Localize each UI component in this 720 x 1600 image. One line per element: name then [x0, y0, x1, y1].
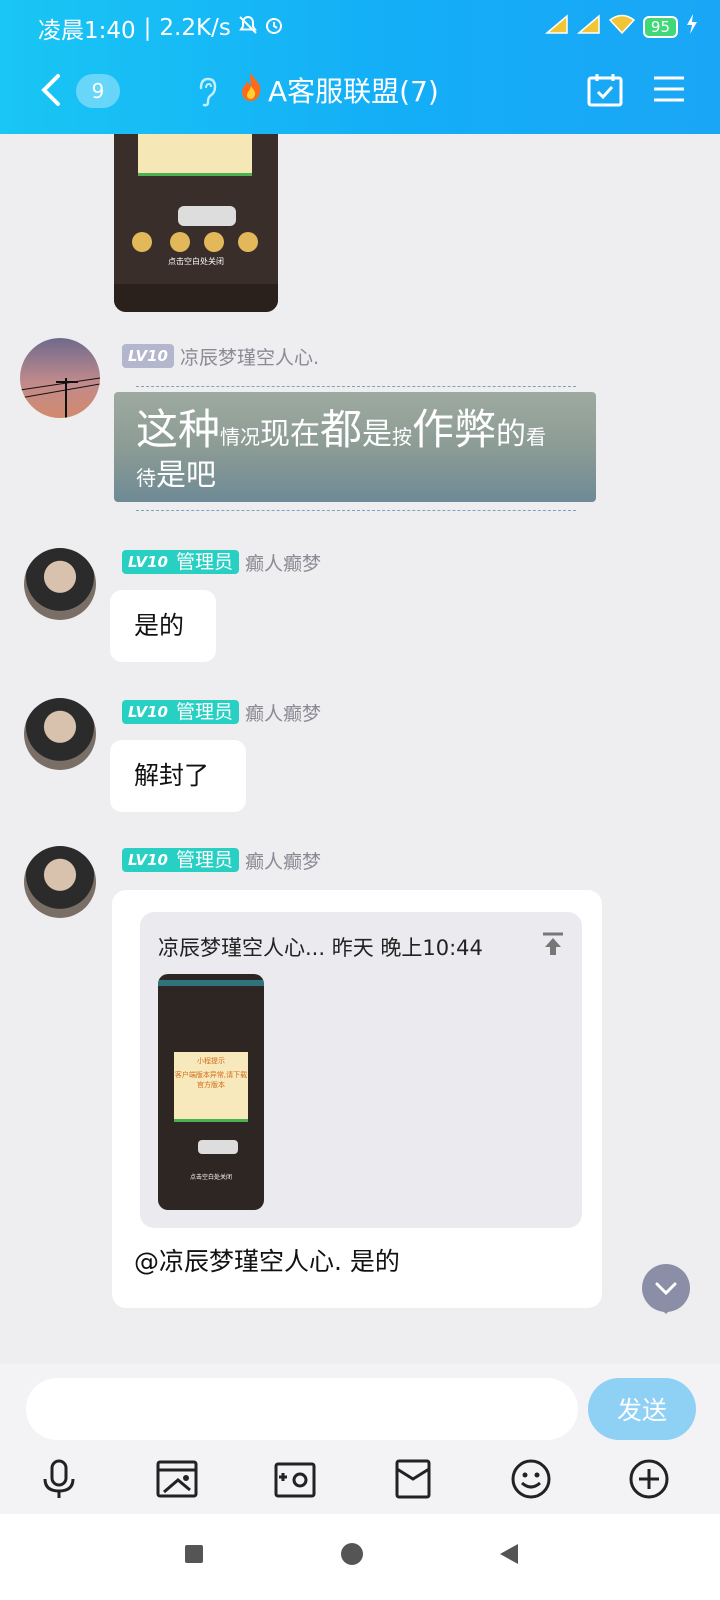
camera-icon[interactable]: [272, 1456, 318, 1502]
sender-name[interactable]: 癫人癫梦: [245, 699, 321, 726]
level-badge: LV10: [122, 344, 174, 368]
image-note-body: 客户端版本异常,请下载官方版本: [174, 1071, 248, 1089]
message-input[interactable]: [26, 1378, 578, 1440]
bubble-frame-line: [136, 510, 576, 511]
bubble-frame-line: [136, 386, 576, 387]
system-nav-bar: [0, 1514, 720, 1600]
message-meta: LV10 管理员 癫人癫梦: [122, 846, 321, 874]
back-icon[interactable]: [36, 70, 64, 110]
image-note: [138, 134, 252, 176]
plus-icon[interactable]: [626, 1456, 672, 1502]
quoted-message[interactable]: 凉辰梦瑾空人心... 昨天 晚上10:44 小程提示 客户端版本异常,请下载官方…: [140, 912, 582, 1228]
signal-icon: [544, 14, 569, 40]
quoted-image[interactable]: 小程提示 客户端版本异常,请下载官方版本 点击空白处关闭: [158, 974, 264, 1210]
home-button[interactable]: [340, 1542, 364, 1570]
message-bubble-fancy[interactable]: 这种情况现在都是按作弊的看待是吧: [114, 392, 596, 502]
ear-icon[interactable]: [196, 76, 218, 108]
battery-indicator: 95: [642, 16, 678, 38]
send-button[interactable]: 发送: [588, 1378, 696, 1440]
message-text: @凉辰梦瑾空人心. 是的: [134, 1247, 400, 1276]
recent-apps-button[interactable]: [184, 1544, 204, 1568]
message-text-part: 都: [320, 405, 363, 454]
message-text-part: 的: [496, 417, 527, 452]
admin-badge: 管理员: [173, 550, 239, 574]
admin-badge: 管理员: [173, 848, 239, 872]
message-text: 是的: [134, 611, 185, 640]
image-message[interactable]: 点击空白处关闭: [114, 134, 278, 312]
image-close-text: 点击空白处关闭: [189, 1174, 232, 1181]
jump-to-top-icon[interactable]: [542, 932, 564, 956]
back-nav-button[interactable]: [498, 1542, 520, 1570]
message-text-part: 按: [392, 425, 413, 449]
red-packet-icon[interactable]: [390, 1456, 436, 1502]
message-text-part: 是: [362, 417, 393, 452]
network-speed: 2.2K/s: [159, 15, 231, 41]
level-badge: LV10: [122, 848, 174, 872]
message-meta: LV10 凉辰梦瑾空人心.: [122, 342, 319, 370]
message-text-part: 这种: [136, 405, 221, 454]
message-meta: LV10 管理员 癫人癫梦: [122, 548, 321, 576]
sender-name[interactable]: 癫人癫梦: [245, 847, 321, 874]
wifi-icon: [608, 14, 636, 40]
reply-message-bubble[interactable]: 凉辰梦瑾空人心... 昨天 晚上10:44 小程提示 客户端版本异常,请下载官方…: [112, 890, 602, 1308]
image-bottom-bar: [114, 284, 278, 312]
image-dot: [170, 232, 190, 252]
level-badge: LV10: [122, 550, 174, 574]
image-dot: [238, 232, 258, 252]
chat-title-text: A客服联盟(7): [268, 75, 439, 108]
quote-header: 凉辰梦瑾空人心... 昨天 晚上10:44: [158, 936, 483, 960]
message-text-part: 作弊: [412, 405, 497, 454]
menu-icon[interactable]: [652, 74, 686, 104]
unread-count-badge[interactable]: 9: [76, 74, 120, 108]
top-bar: 凌晨1:40 | 2.2K/s 95 9 A客服联盟(7): [0, 0, 720, 134]
avatar[interactable]: [24, 698, 96, 770]
image-icon[interactable]: [154, 1456, 200, 1502]
nav-row: 9 A客服联盟(7): [0, 66, 720, 116]
image-close-text: 点击空白处关闭: [168, 257, 224, 266]
emoji-icon[interactable]: [508, 1456, 554, 1502]
image-note-title: 小程提示: [197, 1057, 225, 1065]
message-text-part: 情况: [220, 425, 261, 449]
microphone-icon[interactable]: [36, 1456, 82, 1502]
message-text-part: 看: [526, 425, 547, 449]
calendar-check-icon[interactable]: [586, 72, 624, 108]
input-toolbar: [0, 1456, 720, 1508]
avatar[interactable]: [24, 846, 96, 918]
avatar[interactable]: [20, 338, 100, 418]
message-bubble[interactable]: 解封了: [110, 740, 246, 812]
image-pill: [178, 206, 236, 226]
alarm-icon: [263, 14, 285, 42]
mute-icon: [237, 14, 259, 42]
input-bar: 发送: [0, 1364, 720, 1514]
message-text: 解封了: [134, 761, 210, 790]
status-time: 凌晨1:40: [38, 18, 136, 44]
level-badge: LV10: [122, 700, 174, 724]
chat-list[interactable]: 点击空白处关闭 LV10 凉辰梦瑾空人心. 这种情况现在都是按作弊的看待是吧 L…: [0, 134, 720, 1364]
image-top-strip: [158, 980, 264, 986]
message-text-part: 是吧: [156, 457, 216, 493]
image-pill: [198, 1140, 238, 1154]
message-meta: LV10 管理员 癫人癫梦: [122, 698, 321, 726]
chat-title[interactable]: A客服联盟(7): [238, 70, 439, 110]
admin-badge: 管理员: [173, 700, 239, 724]
fire-icon: [238, 72, 264, 109]
signal-icon: [576, 14, 601, 40]
charging-icon: [686, 14, 698, 40]
scroll-to-bottom-button[interactable]: [642, 1264, 690, 1312]
sender-name[interactable]: 凉辰梦瑾空人心.: [180, 343, 319, 370]
message-text-part: 现在: [260, 417, 321, 452]
image-dot: [132, 232, 152, 252]
avatar[interactable]: [24, 548, 96, 620]
message-text-part: 待: [136, 465, 156, 490]
image-dot: [204, 232, 224, 252]
status-bar: 凌晨1:40 | 2.2K/s 95: [38, 12, 698, 44]
sender-name[interactable]: 癫人癫梦: [245, 549, 321, 576]
image-note: 小程提示 客户端版本异常,请下载官方版本: [174, 1052, 248, 1122]
message-bubble[interactable]: 是的: [110, 590, 216, 662]
